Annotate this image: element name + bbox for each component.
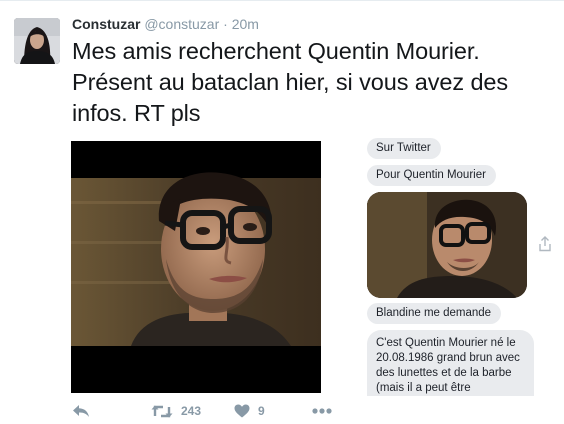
header-separator: ·	[223, 16, 228, 32]
share-icon[interactable]	[538, 236, 552, 252]
chat-photo	[367, 192, 527, 298]
reply-icon	[73, 405, 89, 417]
author-handle[interactable]: @constuzar	[144, 16, 219, 32]
tweet-text-line: Présent au bataclan hier, si vous avez d…	[72, 69, 509, 95]
tweet-timestamp[interactable]: 20m	[232, 16, 259, 32]
chat-message: Pour Quentin Mourier	[367, 165, 496, 186]
reply-button[interactable]	[72, 402, 90, 420]
tweet-photo[interactable]	[71, 141, 321, 393]
tweet-card: Constuzar @constuzar · 20m Mes amis rech…	[0, 0, 564, 424]
chat-photo-image	[367, 192, 527, 298]
author-name[interactable]: Constuzar	[72, 16, 140, 32]
tweet-text: Mes amis recherchent Quentin Mourier. Pr…	[72, 36, 564, 129]
avatar[interactable]	[14, 18, 60, 64]
retweet-button[interactable]: 243	[151, 402, 201, 420]
chat-message: C'est Quentin Mourier né le 20.08.1986 g…	[367, 330, 534, 396]
portrait-photo	[71, 141, 321, 393]
like-button[interactable]: 9	[234, 402, 265, 420]
like-count: 9	[258, 404, 265, 418]
divider	[0, 0, 564, 1]
chat-message: Sur Twitter	[367, 138, 441, 159]
tweet-text-line: Mes amis recherchent Quentin Mourier.	[72, 38, 480, 64]
tweet-actions: 243 9	[0, 398, 564, 424]
tweet-header: Constuzar @constuzar · 20m	[72, 15, 259, 33]
tweet-text-line: infos. RT pls	[72, 100, 201, 126]
chat-screenshot[interactable]: Sur Twitter Pour Quentin Mourier Blandin…	[341, 136, 564, 396]
retweet-count: 243	[181, 404, 202, 418]
avatar-image	[14, 18, 60, 64]
heart-icon	[234, 404, 250, 418]
more-icon	[312, 408, 332, 414]
more-button[interactable]	[312, 402, 332, 420]
retweet-icon	[151, 405, 173, 417]
chat-message: Blandine me demande	[367, 303, 502, 324]
